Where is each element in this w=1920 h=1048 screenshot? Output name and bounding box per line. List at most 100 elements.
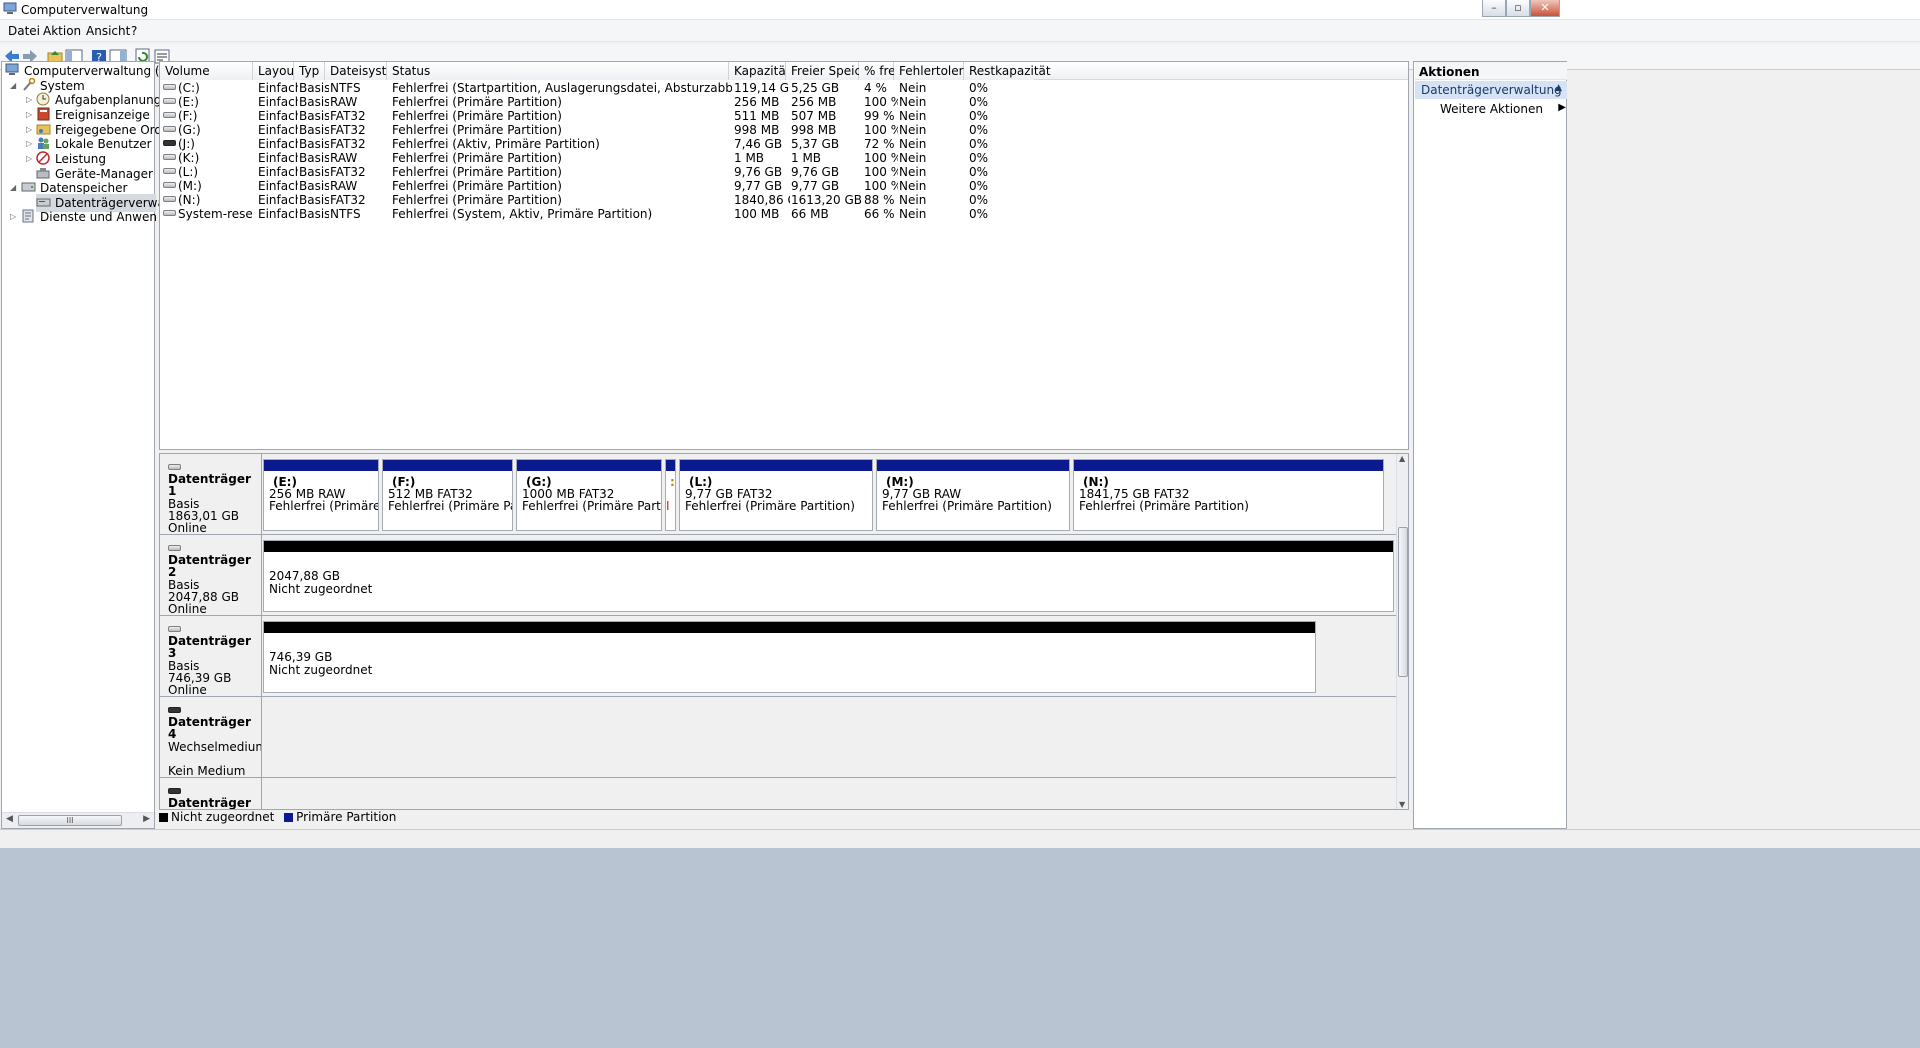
removable-drive-icon [163,140,176,146]
action-weitere-aktionen[interactable]: Weitere Aktionen ▶ [1440,102,1566,120]
partition-disk1[interactable]: (F:)512 MB FAT32Fehlerfrei (Primäre Part… [382,459,513,531]
legend-swatch-unallocated [159,813,168,822]
menu-aktion[interactable]: Aktion [43,24,81,38]
cell-prozent-frei: 100 % [864,151,898,165]
partition-disk1[interactable]: :I [665,459,676,531]
cell-restkapazitaet: 0% [969,179,989,193]
disk-map-vertical-scrollbar[interactable]: ▲ ▼ [1396,454,1408,809]
cell-dateisystem: FAT32 [330,193,366,207]
cell-volume: (M:) [178,179,202,193]
maximize-icon[interactable]: ▫ [1506,0,1530,17]
cell-volume: (K:) [178,151,200,165]
cell-fehlertoleranz: Nein [899,193,927,207]
clock-icon [36,92,50,106]
cell-kapazitaet: 9,76 GB [734,165,783,179]
partition-disk1[interactable]: (L:) 9,77 GB FAT32 Fehlerfrei (Primäre Par… [679,459,873,531]
tools-icon [23,78,36,91]
cell-restkapazitaet: 0% [969,151,989,165]
col-prozent-frei[interactable]: % frei [859,62,899,80]
disk-row-2[interactable]: Datenträger 2 Basis 2047,88 GB Online 20… [160,535,1396,616]
expand-datenspeicher-icon[interactable]: ◢ [10,179,16,197]
cell-restkapazitaet: 0% [969,193,989,207]
disk-row-3[interactable]: Datenträger 3 Basis 746,39 GB Online 746… [160,616,1396,697]
partition-disk1[interactable]: (M:) 9,77 GB RAW Fehlerfrei (Primäre Parti… [876,459,1070,531]
drive-icon [163,126,176,132]
partition-status: Nicht zugeordnet [269,663,373,677]
disk-row-5[interactable]: Datenträger 5 Wechselmedium (H [160,778,1396,809]
partition-unallocated-disk2[interactable]: 2047,88 GB Nicht zugeordnet [263,540,1394,612]
cell-layout: Einfach [258,81,298,95]
tree-scroll-thumb[interactable]: III [18,815,122,826]
cell-layout: Einfach [258,179,298,193]
menu-ansicht[interactable]: Ansicht [86,24,130,38]
tree-horizontal-scrollbar[interactable]: ◀ III ▶ [2,812,154,828]
menu-help[interactable]: ? [131,24,137,38]
disk-icon [168,545,181,551]
tree-item-dienste-und-anwendungen[interactable]: Dienste und Anwendungen [21,208,156,226]
disk-info-4[interactable]: Datenträger 4 Wechselmedium (W Kein Medi… [160,697,262,777]
cell-typ: Basis [299,123,329,137]
disk-type: Wechselmedium (W [168,741,261,753]
col-restkapazitaet[interactable]: Restkapazität [964,62,1051,80]
volume-row[interactable]: System-reserviert EinfachBasisNTFS Fehlerf… [160,206,1408,223]
cell-typ: Basis [299,81,329,95]
cell-kapazitaet: 511 MB [734,109,780,123]
cell-dateisystem: RAW [330,95,358,109]
scroll-right-icon[interactable]: ▶ [143,814,150,824]
close-icon[interactable]: ✕ [1530,0,1560,17]
partition-bar [680,460,872,471]
col-freier-speicher[interactable]: Freier Speicher [786,62,881,80]
col-status[interactable]: Status [387,62,729,80]
disk-info-1[interactable]: Datenträger 1 Basis 1863,01 GB Online [160,454,262,534]
disk-row-4[interactable]: Datenträger 4 Wechselmedium (W Kein Medi… [160,697,1396,778]
legend-primary: Primäre Partition [296,810,397,824]
cell-status: Fehlerfrei (Primäre Partition) [392,193,562,207]
col-kapazitaet[interactable]: Kapazität [729,62,790,80]
expand-leistung-icon[interactable]: ▷ [26,150,32,168]
partition-unallocated-disk3[interactable]: 746,39 GB Nicht zugeordnet [263,621,1316,693]
menu-datei[interactable]: Datei [8,24,40,38]
expand-dienste-icon[interactable]: ▷ [10,208,16,226]
scroll-down-icon[interactable]: ▼ [1399,800,1405,809]
cell-status: Fehlerfrei (System, Aktiv, Primäre Parti… [392,207,653,221]
col-fehlertoleranz[interactable]: Fehlertoleranz [894,62,985,80]
cell-restkapazitaet: 0% [969,165,989,179]
col-volume[interactable]: Volume [160,62,253,80]
disk-info-5[interactable]: Datenträger 5 Wechselmedium (H [160,778,262,809]
partition-status: Fehlerfrei (Primäre Partition) [882,499,1052,513]
col-typ[interactable]: Typ [294,62,325,80]
scroll-left-icon[interactable]: ◀ [6,814,13,824]
cell-kapazitaet: 256 MB [734,95,780,109]
partition-status: I [666,499,670,513]
disk-row-1[interactable]: Datenträger 1 Basis 1863,01 GB Online (E… [160,454,1396,535]
col-layout[interactable]: Layout [253,62,299,80]
partition-bar [877,460,1069,471]
minimize-icon[interactable]: – [1482,0,1506,17]
cell-typ: Basis [299,95,329,109]
partition-disk1[interactable]: (E:)256 MB RAWFehlerfrei (Primäre Partit… [263,459,379,531]
cell-fehlertoleranz: Nein [899,165,927,179]
cell-layout: Einfach [258,95,298,109]
actions-section-header[interactable]: Datenträgerverwaltung ▲ [1415,81,1567,99]
cell-dateisystem: FAT32 [330,123,366,137]
partition-disk1[interactable]: (N:) 1841,75 GB FAT32 Fehlerfrei (Primäre … [1073,459,1384,531]
partition-disk1[interactable]: (G:) 1000 MB FAT32 Fehlerfrei (Primäre Par… [516,459,662,531]
cell-volume: (C:) [178,81,200,95]
cell-prozent-frei: 100 % [864,165,898,179]
cell-layout: Einfach [258,123,298,137]
drive-icon [163,112,176,118]
cell-prozent-frei: 72 % [864,137,895,151]
cell-status: Fehlerfrei (Primäre Partition) [392,179,562,193]
expand-system-icon[interactable]: ◢ [10,77,16,95]
disk-info-3[interactable]: Datenträger 3 Basis 746,39 GB Online [160,616,262,696]
scroll-up-icon[interactable]: ▲ [1399,454,1405,463]
disk-map-scroll-thumb[interactable] [1398,527,1408,677]
col-dateisystem[interactable]: Dateisystem [325,62,405,80]
cell-layout: Einfach [258,207,298,221]
collapse-icon[interactable]: ▲ [1555,83,1562,93]
cell-volume: (F:) [178,109,198,123]
disk-info-2[interactable]: Datenträger 2 Basis 2047,88 GB Online [160,535,262,615]
submenu-arrow-icon: ▶ [1558,102,1566,113]
action-label: Weitere Aktionen [1440,102,1543,116]
legend: Nicht zugeordnet Primäre Partition [159,810,396,828]
